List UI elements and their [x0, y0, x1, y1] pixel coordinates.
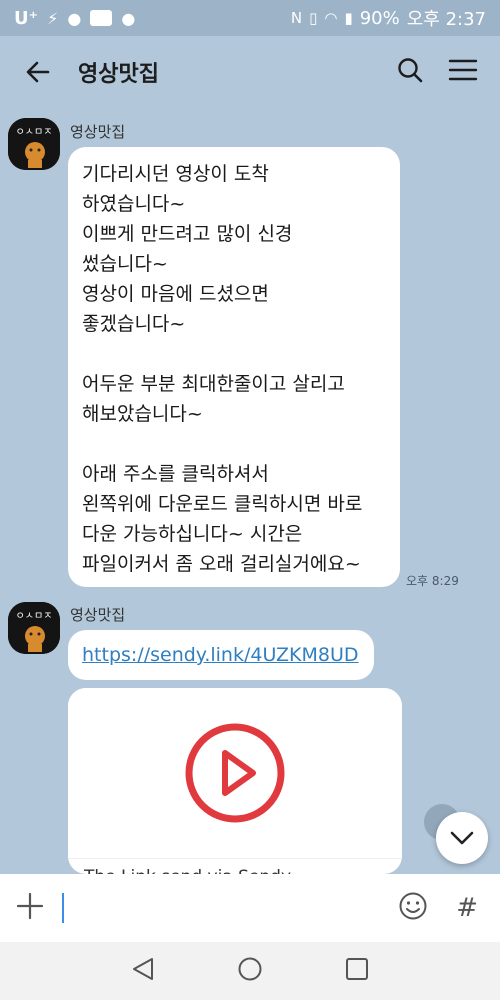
avatar[interactable]: ㅇㅅㅁㅈ [8, 118, 60, 170]
status-right: N ▯ ◠ ▮ 90% 오후 2:37 [291, 5, 486, 31]
chat-icon: ● [121, 8, 136, 28]
nav-home-icon[interactable] [237, 956, 263, 986]
signal-icon: ▮ [344, 9, 353, 27]
emoji-icon[interactable] [398, 891, 428, 925]
play-icon [185, 723, 285, 823]
back-arrow-icon[interactable] [8, 58, 68, 86]
chat-header: 영상맛집 [0, 36, 500, 108]
plus-icon[interactable] [16, 892, 44, 924]
nav-recents-icon[interactable] [344, 956, 370, 986]
link-preview-card[interactable]: The Link send via Sendy [68, 688, 402, 874]
link-bubble[interactable]: https://sendy.link/4UZKM8UD [68, 630, 374, 680]
clock: 오후 2:37 [406, 9, 486, 30]
svg-text:ㅇㅅㅁㅈ: ㅇㅅㅁㅈ [16, 611, 53, 622]
nfc-icon: N [290, 9, 303, 27]
menu-icon[interactable] [448, 56, 478, 88]
nav-back-icon[interactable] [130, 956, 156, 986]
scroll-to-bottom-button[interactable] [436, 812, 488, 864]
status-bar: U⁺ ⚡ ● ● N ▯ ◠ ▮ 90% 오후 2:37 [0, 0, 500, 36]
message-time: 오후 8:29 [406, 574, 459, 588]
header-actions [396, 56, 478, 88]
avatar[interactable]: ㅇㅅㅁㅈ [8, 602, 60, 654]
signal-ims-icon: ⚡ [47, 8, 59, 28]
system-nav-bar [0, 942, 500, 1000]
shared-link[interactable]: https://sendy.link/4UZKM8UD [82, 644, 359, 666]
talk-bubble-icon: ● [67, 8, 82, 28]
wifi-icon: ◠ [324, 9, 338, 27]
battery-label: 90% [359, 7, 400, 29]
sender-name: 영상맛집 [70, 606, 126, 624]
chat-title: 영상맛집 [78, 62, 159, 87]
message-input-cursor[interactable] [62, 893, 64, 923]
chevron-down-icon [450, 831, 474, 845]
svg-text:ㅇㅅㅁㅈ: ㅇㅅㅁㅈ [16, 127, 53, 138]
vibrate-icon: ▯ [309, 9, 318, 27]
message-text: 기다리시던 영상이 도착 하였습니다~ 이쁘게 만드려고 많이 신경 썼습니다~… [82, 163, 363, 575]
link-preview-image [68, 688, 402, 858]
sender-name: 영상맛집 [70, 123, 126, 141]
hashtag-icon[interactable]: # [456, 893, 478, 923]
search-icon[interactable] [396, 56, 424, 88]
app-badge-icon [90, 10, 113, 26]
message-input-bar: # [0, 874, 500, 942]
status-left: U⁺ ⚡ ● ● [14, 8, 135, 29]
carrier-label: U⁺ [14, 7, 39, 29]
message-bubble[interactable]: 기다리시던 영상이 도착 하였습니다~ 이쁘게 만드려고 많이 신경 썼습니다~… [68, 147, 400, 587]
link-preview-title: The Link send via Sendy [68, 858, 402, 874]
